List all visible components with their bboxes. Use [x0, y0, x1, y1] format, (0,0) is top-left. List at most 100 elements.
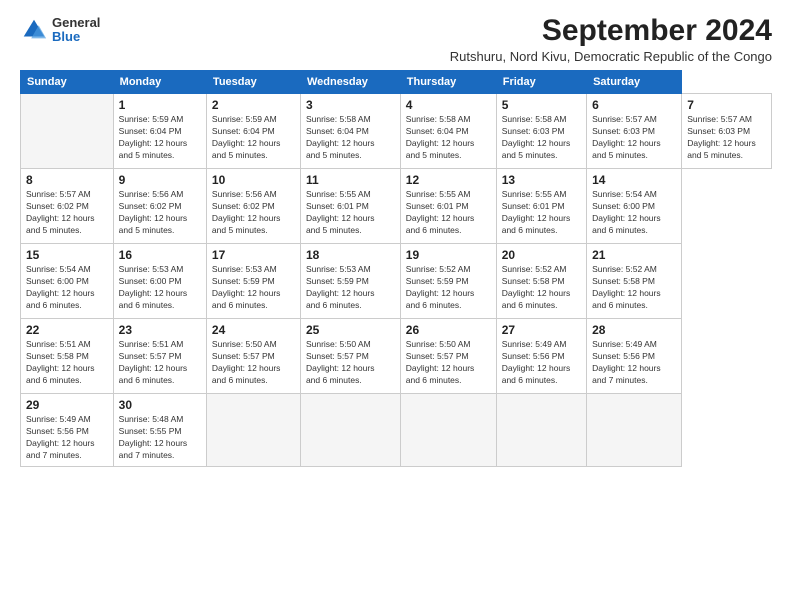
day-info: Sunrise: 5:55 AMSunset: 6:01 PMDaylight:… [502, 189, 581, 237]
day-cell-16: 16 Sunrise: 5:53 AMSunset: 6:00 PMDayligh… [113, 244, 206, 319]
day-cell-12: 12Sunrise: 5:55 AMSunset: 6:01 PMDayligh… [400, 169, 496, 244]
day-cell-9: 9 Sunrise: 5:56 AMSunset: 6:02 PMDaylight… [113, 169, 206, 244]
day-number: 3 [306, 98, 395, 112]
day-number: 27 [502, 323, 581, 337]
day-number: 26 [406, 323, 491, 337]
day-number: 20 [502, 248, 581, 262]
day-cell-26: 26 Sunrise: 5:50 AMSunset: 5:57 PMDayligh… [400, 319, 496, 394]
day-number: 23 [119, 323, 201, 337]
day-info: Sunrise: 5:51 AMSunset: 5:57 PMDaylight:… [119, 339, 201, 387]
day-cell-4: 4 Sunrise: 5:58 AMSunset: 6:04 PMDaylight… [400, 94, 496, 169]
day-number: 6 [592, 98, 676, 112]
week-row-3: 15Sunrise: 5:54 AMSunset: 6:00 PMDayligh… [21, 244, 772, 319]
day-number: 11 [306, 173, 395, 187]
calendar-header-row: SundayMondayTuesdayWednesdayThursdayFrid… [21, 71, 772, 94]
page: General Blue September 2024 Rutshuru, No… [0, 0, 792, 612]
day-number: 14 [592, 173, 676, 187]
day-cell-29: 29 Sunrise: 5:49 AMSunset: 5:56 PMDayligh… [21, 394, 114, 467]
day-number: 2 [212, 98, 295, 112]
logo-text: General Blue [52, 16, 100, 45]
day-cell-14: 14Sunrise: 5:54 AMSunset: 6:00 PMDayligh… [587, 169, 682, 244]
month-title: September 2024 [450, 16, 772, 46]
logo-line2: Blue [52, 30, 100, 44]
day-cell-22: 22 Sunrise: 5:51 AMSunset: 5:58 PMDayligh… [21, 319, 114, 394]
day-number: 17 [212, 248, 295, 262]
day-info: Sunrise: 5:55 AMSunset: 6:01 PMDaylight:… [306, 189, 395, 237]
day-cell-5: 5 Sunrise: 5:58 AMSunset: 6:03 PMDaylight… [496, 94, 586, 169]
calendar: SundayMondayTuesdayWednesdayThursdayFrid… [20, 70, 772, 467]
day-info: Sunrise: 5:52 AMSunset: 5:58 PMDaylight:… [502, 264, 581, 312]
day-number: 1 [119, 98, 201, 112]
day-number: 5 [502, 98, 581, 112]
day-info: Sunrise: 5:56 AMSunset: 6:02 PMDaylight:… [119, 189, 201, 237]
logo-line1: General [52, 16, 100, 30]
day-cell-10: 10 Sunrise: 5:56 AMSunset: 6:02 PMDayligh… [206, 169, 300, 244]
day-cell-1: 1 Sunrise: 5:59 AMSunset: 6:04 PMDaylight… [113, 94, 206, 169]
day-number: 29 [26, 398, 108, 412]
header-monday: Monday [113, 71, 206, 94]
day-number: 22 [26, 323, 108, 337]
week-row-2: 8 Sunrise: 5:57 AMSunset: 6:02 PMDaylight… [21, 169, 772, 244]
header-thursday: Thursday [400, 71, 496, 94]
day-cell-24: 24 Sunrise: 5:50 AMSunset: 5:57 PMDayligh… [206, 319, 300, 394]
day-info: Sunrise: 5:57 AMSunset: 6:02 PMDaylight:… [26, 189, 108, 237]
week-row-4: 22 Sunrise: 5:51 AMSunset: 5:58 PMDayligh… [21, 319, 772, 394]
day-number: 21 [592, 248, 676, 262]
day-info: Sunrise: 5:49 AMSunset: 5:56 PMDaylight:… [502, 339, 581, 387]
day-info: Sunrise: 5:58 AMSunset: 6:04 PMDaylight:… [406, 114, 491, 162]
day-number: 24 [212, 323, 295, 337]
day-info: Sunrise: 5:50 AMSunset: 5:57 PMDaylight:… [306, 339, 395, 387]
header-sunday: Sunday [21, 71, 114, 94]
day-info: Sunrise: 5:50 AMSunset: 5:57 PMDaylight:… [212, 339, 295, 387]
day-info: Sunrise: 5:52 AMSunset: 5:58 PMDaylight:… [592, 264, 676, 312]
day-cell-17: 17 Sunrise: 5:53 AMSunset: 5:59 PMDayligh… [206, 244, 300, 319]
day-info: Sunrise: 5:49 AMSunset: 5:56 PMDaylight:… [26, 414, 108, 462]
day-info: Sunrise: 5:59 AMSunset: 6:04 PMDaylight:… [212, 114, 295, 162]
day-number: 28 [592, 323, 676, 337]
day-number: 4 [406, 98, 491, 112]
title-section: September 2024 Rutshuru, Nord Kivu, Demo… [450, 16, 772, 64]
day-info: Sunrise: 5:48 AMSunset: 5:55 PMDaylight:… [119, 414, 201, 462]
day-number: 19 [406, 248, 491, 262]
day-cell-empty [400, 394, 496, 467]
day-number: 7 [687, 98, 766, 112]
header-saturday: Saturday [587, 71, 682, 94]
day-info: Sunrise: 5:50 AMSunset: 5:57 PMDaylight:… [406, 339, 491, 387]
day-cell-empty [587, 394, 682, 467]
day-info: Sunrise: 5:57 AMSunset: 6:03 PMDaylight:… [592, 114, 676, 162]
header-wednesday: Wednesday [300, 71, 400, 94]
day-number: 16 [119, 248, 201, 262]
day-cell-7: 7 Sunrise: 5:57 AMSunset: 6:03 PMDaylight… [682, 94, 772, 169]
day-info: Sunrise: 5:56 AMSunset: 6:02 PMDaylight:… [212, 189, 295, 237]
week-row-5: 29 Sunrise: 5:49 AMSunset: 5:56 PMDayligh… [21, 394, 772, 467]
day-cell-27: 27 Sunrise: 5:49 AMSunset: 5:56 PMDayligh… [496, 319, 586, 394]
day-cell-21: 21 Sunrise: 5:52 AMSunset: 5:58 PMDayligh… [587, 244, 682, 319]
header-tuesday: Tuesday [206, 71, 300, 94]
day-number: 10 [212, 173, 295, 187]
day-cell-15: 15Sunrise: 5:54 AMSunset: 6:00 PMDayligh… [21, 244, 114, 319]
day-cell-8: 8 Sunrise: 5:57 AMSunset: 6:02 PMDaylight… [21, 169, 114, 244]
day-number: 9 [119, 173, 201, 187]
day-info: Sunrise: 5:58 AMSunset: 6:04 PMDaylight:… [306, 114, 395, 162]
day-cell-empty [300, 394, 400, 467]
day-number: 30 [119, 398, 201, 412]
day-info: Sunrise: 5:53 AMSunset: 5:59 PMDaylight:… [212, 264, 295, 312]
header: General Blue September 2024 Rutshuru, No… [20, 16, 772, 64]
day-number: 12 [406, 173, 491, 187]
day-info: Sunrise: 5:51 AMSunset: 5:58 PMDaylight:… [26, 339, 108, 387]
day-cell-2: 2 Sunrise: 5:59 AMSunset: 6:04 PMDaylight… [206, 94, 300, 169]
day-cell-3: 3 Sunrise: 5:58 AMSunset: 6:04 PMDaylight… [300, 94, 400, 169]
day-info: Sunrise: 5:57 AMSunset: 6:03 PMDaylight:… [687, 114, 766, 162]
day-cell-13: 13 Sunrise: 5:55 AMSunset: 6:01 PMDayligh… [496, 169, 586, 244]
day-info: Sunrise: 5:52 AMSunset: 5:59 PMDaylight:… [406, 264, 491, 312]
day-number: 8 [26, 173, 108, 187]
logo: General Blue [20, 16, 100, 45]
subtitle: Rutshuru, Nord Kivu, Democratic Republic… [450, 49, 772, 64]
day-cell-28: 28Sunrise: 5:49 AMSunset: 5:56 PMDayligh… [587, 319, 682, 394]
day-info: Sunrise: 5:53 AMSunset: 6:00 PMDaylight:… [119, 264, 201, 312]
day-cell-6: 6 Sunrise: 5:57 AMSunset: 6:03 PMDaylight… [587, 94, 682, 169]
day-number: 13 [502, 173, 581, 187]
day-info: Sunrise: 5:59 AMSunset: 6:04 PMDaylight:… [119, 114, 201, 162]
day-info: Sunrise: 5:58 AMSunset: 6:03 PMDaylight:… [502, 114, 581, 162]
day-cell-11: 11 Sunrise: 5:55 AMSunset: 6:01 PMDayligh… [300, 169, 400, 244]
